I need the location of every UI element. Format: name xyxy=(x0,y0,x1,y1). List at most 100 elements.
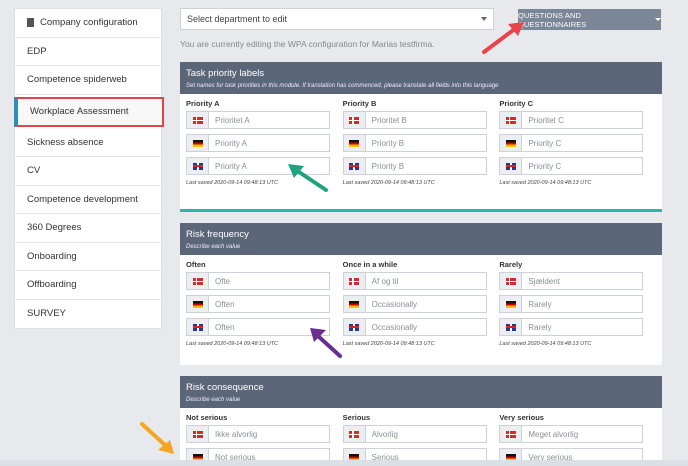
gb-flag-icon xyxy=(192,323,203,331)
field-value: Occasionally xyxy=(371,299,418,309)
column-label: Often xyxy=(186,260,206,269)
dk-flag-icon xyxy=(505,277,516,285)
sidebar-item-edp[interactable]: EDP xyxy=(15,38,161,66)
often-de-field[interactable]: Often xyxy=(186,295,330,313)
card-title: Task priority labels xyxy=(186,68,265,79)
priority-c-en-field[interactable]: Priority C xyxy=(499,157,644,175)
sidebar-item-workplace-assessment[interactable]: Workplace Assessment xyxy=(14,96,164,127)
risk-consequence-card: Risk consequence Describe each value Not… xyxy=(180,376,662,466)
sidebar-item-company-configuration[interactable]: Company configuration xyxy=(15,9,161,38)
dk-flag-icon xyxy=(349,116,360,124)
last-saved-text: Last saved 2020-09-14 09:48:13 UTC xyxy=(342,341,435,347)
priority-b-column: Priority B Prioritet B Priority B Priori… xyxy=(342,94,500,186)
bottom-strip xyxy=(0,460,688,466)
de-flag-icon xyxy=(192,139,203,147)
sidebar-item-label: Workplace Assessment xyxy=(30,106,129,117)
field-value: Prioritet B xyxy=(371,115,407,125)
topbar: Select department to edit QUESTIONS AND … xyxy=(180,8,662,32)
rarely-en-field[interactable]: Rarely xyxy=(499,318,644,336)
card-subtitle: Describe each value xyxy=(186,244,241,250)
gb-flag-icon xyxy=(349,323,360,331)
sidebar-item-label: Sickness absence xyxy=(27,136,104,148)
often-da-field[interactable]: Ofte xyxy=(186,272,330,290)
priority-a-da-field[interactable]: Prioritet A xyxy=(186,111,330,129)
sidebar-item-360-degrees[interactable]: 360 Degrees xyxy=(15,214,161,243)
priority-b-da-field[interactable]: Prioritet B xyxy=(342,111,487,129)
field-value: Priority B xyxy=(371,161,405,171)
gb-flag-icon xyxy=(349,162,360,170)
field-value: Occasionally xyxy=(371,322,418,332)
sidebar-item-survey[interactable]: SURVEY xyxy=(15,300,161,329)
green-arrow-icon xyxy=(288,164,328,192)
priority-a-de-field[interactable]: Priority A xyxy=(186,134,330,152)
field-value: Often xyxy=(215,322,235,332)
once-in-a-while-de-field[interactable]: Occasionally xyxy=(342,295,487,313)
questions-and-questionnaires-button[interactable]: QUESTIONS AND QUESTIONNAIRES xyxy=(518,9,661,30)
priority-b-en-field[interactable]: Priority B xyxy=(342,157,487,175)
card-header: Task priority labels Set names for task … xyxy=(180,62,662,94)
field-value: Alvorlig xyxy=(371,429,398,439)
de-flag-icon xyxy=(349,300,360,308)
dk-flag-icon xyxy=(349,277,360,285)
department-select[interactable]: Select department to edit xyxy=(180,8,494,30)
rarely-column: Rarely Sjældent Rarely Rarely Last saved… xyxy=(499,255,656,347)
card-title: Risk consequence xyxy=(186,382,264,393)
sidebar-item-competence-development[interactable]: Competence development xyxy=(15,186,161,214)
dk-flag-icon xyxy=(192,277,203,285)
sidebar-item-cv[interactable]: CV xyxy=(15,157,161,186)
priority-c-de-field[interactable]: Priority C xyxy=(499,134,644,152)
de-flag-icon xyxy=(192,300,203,308)
card-header: Risk frequency Describe each value xyxy=(180,223,662,255)
sidebar-item-label: CV xyxy=(27,165,41,177)
orange-arrow-icon xyxy=(140,422,174,454)
field-value: Priority C xyxy=(528,138,562,148)
column-label: Once in a while xyxy=(342,260,398,269)
de-flag-icon xyxy=(505,300,516,308)
very-serious-da-field[interactable]: Meget alvorlig xyxy=(499,425,644,443)
section-accent-line xyxy=(180,209,662,212)
priority-b-de-field[interactable]: Priority B xyxy=(342,134,487,152)
caret-down-icon xyxy=(655,18,661,21)
rarely-de-field[interactable]: Rarely xyxy=(499,295,644,313)
serious-column: Serious Alvorlig Serious xyxy=(342,408,500,466)
sidebar-item-label: Competence development xyxy=(27,193,138,205)
serious-da-field[interactable]: Alvorlig xyxy=(342,425,487,443)
column-label: Not serious xyxy=(186,413,228,422)
field-value: Often xyxy=(215,299,235,309)
sidebar-item-competence-spiderweb[interactable]: Competence spiderweb xyxy=(15,66,161,95)
sidebar-item-offboarding[interactable]: Offboarding xyxy=(15,271,161,300)
very-serious-column: Very serious Meget alvorlig Very serious xyxy=(499,408,656,466)
sidebar-item-sickness-absence[interactable]: Sickness absence xyxy=(15,129,161,157)
priority-c-da-field[interactable]: Prioritet C xyxy=(499,111,644,129)
gb-flag-icon xyxy=(505,323,516,331)
department-select-value: Select department to edit xyxy=(187,14,288,24)
sidebar-item-onboarding[interactable]: Onboarding xyxy=(15,243,161,271)
field-value: Ofte xyxy=(215,276,231,286)
field-value: Sjældent xyxy=(528,276,560,286)
editing-note: You are currently editing the WPA config… xyxy=(180,39,435,49)
not-serious-da-field[interactable]: Ikke alvorlig xyxy=(186,425,330,443)
dk-flag-icon xyxy=(505,116,516,124)
field-value: Priority C xyxy=(528,161,562,171)
rarely-da-field[interactable]: Sjældent xyxy=(499,272,644,290)
dk-flag-icon xyxy=(505,430,516,438)
column-label: Serious xyxy=(342,413,371,422)
sidebar-item-label: Company configuration xyxy=(40,17,138,29)
dk-flag-icon xyxy=(192,430,203,438)
field-value: Rarely xyxy=(528,299,552,309)
gb-flag-icon xyxy=(192,162,203,170)
card-subtitle: Describe each value xyxy=(186,397,241,403)
not-serious-column: Not serious Ikke alvorlig Not serious xyxy=(186,408,343,466)
sidebar-item-label: EDP xyxy=(27,45,47,57)
building-icon xyxy=(27,18,34,28)
column-label: Very serious xyxy=(499,413,544,422)
red-arrow-icon xyxy=(482,22,524,54)
once-in-a-while-en-field[interactable]: Occasionally xyxy=(342,318,487,336)
once-in-a-while-column: Once in a while Af og til Occasionally O… xyxy=(342,255,500,347)
field-value: Priority B xyxy=(371,138,405,148)
card-title: Risk frequency xyxy=(186,229,249,240)
once-in-a-while-da-field[interactable]: Af og til xyxy=(342,272,487,290)
risk-frequency-card: Risk frequency Describe each value Often… xyxy=(180,223,662,365)
last-saved-text: Last saved 2020-09-14 09:48:13 UTC xyxy=(499,341,592,347)
task-priority-card: Task priority labels Set names for task … xyxy=(180,62,662,212)
